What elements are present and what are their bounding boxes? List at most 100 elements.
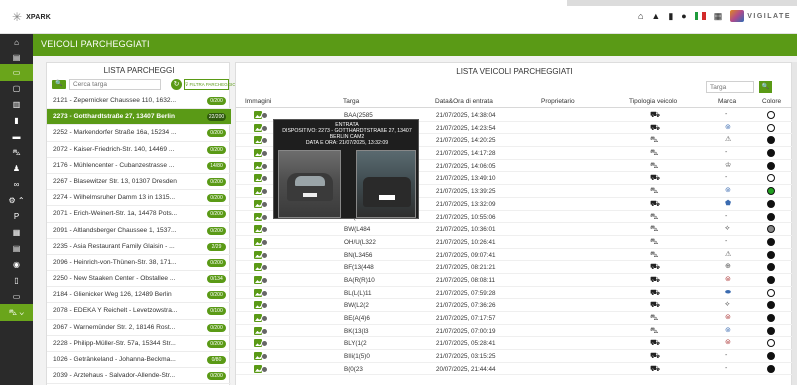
parking-list-item[interactable]: 2235 - Asia Restaurant Family Glaisin - …: [47, 239, 231, 255]
table-row[interactable]: OH/U(L322 21/07/2025, 10:26:41 ⛍ -: [236, 236, 793, 249]
parking-list-item[interactable]: 2250 - New Staaken Center - Obstallee ..…: [47, 271, 231, 288]
sidebar-person-icon[interactable]: ♟: [0, 160, 33, 177]
table-row[interactable]: BE(A(4)6 21/07/2025, 07:17:57 ⛍ ⊜: [236, 312, 793, 325]
entry-datetime-cell: 21/07/2025, 14:38:04: [436, 112, 496, 119]
image-gear-icon[interactable]: [254, 187, 268, 196]
parking-list-item[interactable]: 2274 - Wilhelmsruher Damm 13 in 1315... 0…: [47, 190, 231, 207]
page-scrollbar[interactable]: [792, 62, 797, 385]
sidebar-id-icon[interactable]: ▭: [0, 288, 33, 305]
image-gear-icon[interactable]: [254, 161, 268, 170]
bell-icon[interactable]: ▲: [651, 10, 660, 22]
gear-icon: [261, 226, 268, 234]
sidebar-settings-icon[interactable]: ⚙ ⌃: [0, 192, 33, 209]
parking-search-input[interactable]: [69, 79, 161, 90]
image-gear-icon[interactable]: [254, 263, 268, 272]
image-gear-icon[interactable]: [254, 352, 268, 361]
image-gear-icon[interactable]: [254, 339, 268, 348]
image-gear-icon[interactable]: [254, 314, 268, 322]
plate-search-input[interactable]: [706, 81, 754, 93]
parking-list-item[interactable]: 2072 - Kaiser-Friedrich-Str. 140, 14469 …: [47, 142, 231, 158]
refresh-icon[interactable]: ↻: [171, 79, 182, 90]
image-gear-icon[interactable]: [254, 149, 268, 158]
image-gear-icon[interactable]: [254, 250, 268, 259]
entry-datetime-cell: 21/07/2025, 13:32:09: [436, 200, 496, 208]
table-row[interactable]: BIIi(1(5)0 21/07/2025, 03:15:25 ⛟ -: [236, 350, 793, 363]
parking-list-item[interactable]: 2096 - Heinrich-von-Thünen-Str. 38, 171.…: [47, 255, 231, 272]
app-root: ✳ XPARK ⌂ ▲ ▮ ● ▦ VIGILATE ⌂ ▤ ▭ ▢ ▥ ▮ ▬…: [0, 0, 797, 385]
table-row[interactable]: B(0(23 20/07/2025, 21:44:44 ⛟ -: [236, 363, 793, 376]
parking-list-item[interactable]: 2228 - Philipp-Müller-Str. 57a, 15344 St…: [47, 336, 231, 352]
image-gear-icon[interactable]: [254, 174, 268, 183]
parking-search-button[interactable]: 🔍: [52, 80, 66, 89]
image-gear-icon[interactable]: [254, 326, 268, 335]
table-row[interactable]: BLY(1(2 21/07/2025, 05:28:41 ⛟ ⊜: [236, 337, 793, 351]
building-icon[interactable]: ⌂: [638, 10, 643, 22]
vehicle-image-popup: ENTRATA DISPOSITIVO: 2273 - GOTTHARDTSTR…: [273, 119, 419, 219]
column-header[interactable]: Data&Ora di entrata: [435, 98, 493, 105]
table-row[interactable]: BK(13(l3 21/07/2025, 07:00:19 ⛍ ⊚: [236, 325, 793, 338]
image-gear-icon[interactable]: [254, 288, 268, 297]
sidebar-lock-icon[interactable]: ◉: [0, 256, 33, 273]
document-icon[interactable]: ▮: [668, 10, 673, 22]
image-gear-icon[interactable]: [254, 199, 268, 208]
image-gear-icon[interactable]: [254, 111, 268, 119]
sidebar-list-icon[interactable]: ▥: [0, 96, 33, 113]
sidebar-monitor-icon[interactable]: ▢: [0, 80, 33, 97]
filter-parking-button[interactable]: ⊽ FILTRA PARCHEGGIO: [184, 79, 236, 90]
parking-list-item[interactable]: 2067 - Warnemünder Str. 2, 18146 Rost...…: [47, 320, 231, 336]
entry-datetime-cell: 21/07/2025, 13:39:25: [436, 188, 496, 196]
sidebar-link-icon[interactable]: ∞: [0, 176, 33, 193]
user-icon[interactable]: ●: [681, 10, 686, 22]
image-gear-icon[interactable]: [254, 364, 268, 373]
parking-list-item[interactable]: 2039 - Ärztehaus - Salvador-Allende-Str.…: [47, 368, 231, 385]
parking-list-item[interactable]: 2091 - Altlandsberger Chaussee 1, 1537..…: [47, 223, 231, 239]
car-icon: ⛟: [650, 110, 661, 119]
image-gear-icon[interactable]: [254, 136, 268, 145]
sidebar-chart-icon[interactable]: ▮: [0, 112, 33, 129]
sidebar-mobile-icon[interactable]: ▯: [0, 272, 33, 289]
parking-list-item[interactable]: 2273 - Gotthardtstraße 27, 13407 Berlin 2…: [47, 109, 231, 126]
vehicle-photo-front[interactable]: [278, 150, 341, 218]
parking-list-item[interactable]: 2078 - EDEKA Y Reichelt - Levetzowstra..…: [47, 303, 231, 320]
sidebar-camera-icon[interactable]: ▬: [0, 128, 33, 145]
image-gear-icon[interactable]: [254, 275, 268, 284]
column-header[interactable]: Marca: [718, 98, 736, 105]
parking-list-item[interactable]: 2071 - Erich-Weinert-Str. 1a, 14478 Pots…: [47, 206, 231, 223]
sidebar-report-icon[interactable]: ▦: [0, 224, 33, 241]
parking-list-item[interactable]: 2252 - Markendorfer Straße 16a, 15234 ..…: [47, 125, 231, 142]
image-gear-icon[interactable]: [254, 225, 268, 234]
parking-list-item[interactable]: 1026 - Getränkeland - Johanna-Beckma... 0…: [47, 352, 231, 369]
sidebar-print-icon[interactable]: ▤: [0, 240, 33, 257]
table-row[interactable]: BL(L(L)11 21/07/2025, 07:59:28 ⛟ ⬬: [236, 287, 793, 300]
image-gear-icon[interactable]: [254, 301, 268, 310]
parking-list-item[interactable]: 2184 - Glienicker Weg 126, 12489 Berlin 0…: [47, 287, 231, 304]
column-header[interactable]: Targa: [343, 98, 359, 105]
table-row[interactable]: BW(L484 21/07/2025, 10:36:01 ⛍ ⟡: [236, 223, 793, 236]
sidebar-car-expand-icon[interactable]: ⛍ ⌄: [0, 304, 33, 321]
parking-list-item[interactable]: 2267 - Blasewitzer Str. 13, 01307 Dresde…: [47, 174, 231, 191]
image-gear-icon[interactable]: [254, 123, 268, 132]
grid-menu-icon[interactable]: ▦: [714, 10, 723, 22]
brand-cell: ⊜: [725, 275, 731, 283]
table-row[interactable]: BF(13(448 21/07/2025, 08:21:21 ⛟ ⊕: [236, 261, 793, 274]
column-header[interactable]: Tipologia veicolo: [629, 98, 677, 105]
column-header[interactable]: Immagini: [245, 98, 271, 105]
app-logo[interactable]: ✳ XPARK: [12, 11, 51, 23]
table-row[interactable]: BA(R(R)10 21/07/2025, 08:08:11 ⛟ ⊜: [236, 274, 793, 287]
brand-cell: ⊜: [725, 339, 731, 347]
sidebar-parking-icon[interactable]: ▭: [0, 64, 33, 81]
parking-list-item[interactable]: 2121 - Zepernicker Chaussee 110, 1632...…: [47, 93, 231, 110]
plate-search-button[interactable]: 🔍: [759, 81, 772, 93]
table-row[interactable]: BW(L2(2 21/07/2025, 07:36:26 ⛟ ⟡: [236, 299, 793, 312]
parking-list-item[interactable]: 2176 - Mühlencenter - Cubanzestrasse ...…: [47, 158, 231, 174]
column-header[interactable]: Colore: [762, 98, 781, 105]
column-header[interactable]: Proprietario: [541, 98, 575, 105]
image-gear-icon[interactable]: [254, 212, 268, 221]
italy-flag-icon[interactable]: [694, 12, 706, 20]
parking-label: 2184 - Glienicker Weg 126, 12489 Berlin: [53, 291, 172, 299]
image-gear-icon[interactable]: [254, 237, 268, 246]
sidebar-car-icon[interactable]: ⛍: [0, 144, 33, 161]
vehicle-photo-plate[interactable]: [356, 150, 416, 218]
sidebar-p-icon[interactable]: P: [0, 208, 33, 225]
table-row[interactable]: BN(L3456 21/07/2025, 09:07:41 ⛍ ⚠: [236, 249, 793, 262]
